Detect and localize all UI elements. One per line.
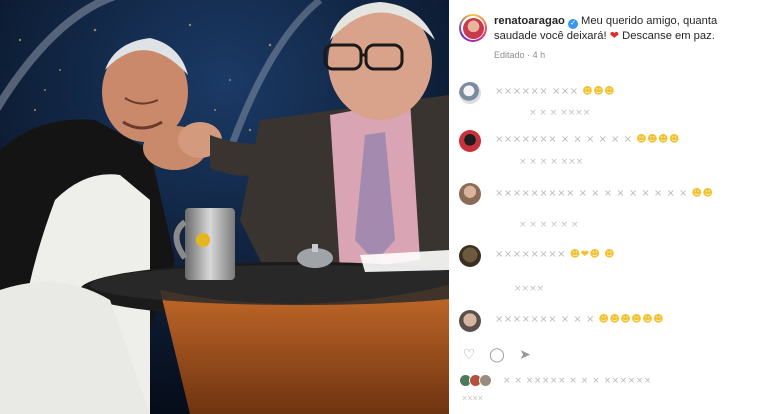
caption: renatoaragao ✓ Meu querido amigo, quanta … (459, 14, 759, 43)
comment-item: ××××××××× × × × × × × × × × ☻☻ (459, 183, 745, 205)
commenter-avatar[interactable] (459, 82, 481, 104)
comment-text: ××××××××× × × × × × × × × × ☻☻ (495, 187, 745, 200)
comment-text: ×××××××× ☻❤☻ ☻ (495, 249, 615, 260)
comment-body: ××××××× × × × (495, 314, 595, 325)
likes-text[interactable]: × × ××××× × × × ×××××× (503, 376, 652, 386)
comment-body: ×××××××× (495, 249, 567, 260)
comment-body: ××××××× × × × × × × (495, 134, 633, 145)
author-avatar[interactable] (459, 14, 487, 42)
edited-label: Editado (494, 50, 525, 60)
emoji-icon: ☻☻ (691, 188, 714, 199)
commenter-avatar[interactable] (459, 183, 481, 205)
comment-sub[interactable]: × × × × ××× (519, 157, 583, 167)
emoji-icon: ☻☻☻☻ (636, 134, 680, 145)
comment-item: ×××××× ××× ☻☻☻ (459, 82, 615, 104)
post-panel: renatoaragao ✓ Meu querido amigo, quanta … (449, 0, 768, 414)
post-date: ×××× (462, 393, 484, 403)
post-time[interactable]: 4 h (533, 50, 546, 60)
comment-sub[interactable]: × × × ×××× (529, 108, 590, 118)
comment-text: ××××××× × × × × × × ☻☻☻☻ (495, 134, 680, 145)
red-heart-icon: ❤ (609, 30, 620, 42)
send-icon[interactable]: ➤ (517, 346, 533, 363)
comment-item: ××××××× × × × × × × ☻☻☻☻ (459, 130, 680, 152)
emoji-icon: ☻❤☻ ☻ (569, 249, 616, 260)
post-meta: Editado · 4 h (494, 50, 545, 60)
comment-body: ×××××× ××× (495, 86, 579, 97)
meta-separator: · (527, 50, 531, 60)
post-photo (0, 0, 449, 414)
comment-sub[interactable]: ×××× (514, 284, 544, 294)
action-bar: ♡ ◯ ➤ (461, 346, 533, 363)
commenter-avatar[interactable] (459, 245, 481, 267)
comment-text: ×××××× ××× ☻☻☻ (495, 86, 615, 97)
verified-badge-icon: ✓ (568, 19, 578, 29)
comment-text: ××××××× × × × ☻☻☻☻☻☻ (495, 314, 664, 325)
comment-body: ××××××××× × × × × × × × × × (495, 188, 688, 199)
commenter-avatar[interactable] (459, 130, 481, 152)
comment-item: ××××××× × × × ☻☻☻☻☻☻ (459, 310, 664, 332)
caption-end: Descanse em paz. (622, 30, 715, 42)
emoji-icon: ☻☻☻ (582, 86, 616, 97)
comment-icon[interactable]: ◯ (489, 346, 505, 363)
comment-sub[interactable]: × × × × × × (519, 220, 579, 230)
liker-avatar[interactable] (479, 374, 492, 387)
author-username[interactable]: renatoaragao (494, 15, 565, 27)
caption-text: renatoaragao ✓ Meu querido amigo, quanta … (494, 14, 759, 43)
emoji-icon: ☻☻☻☻☻☻ (598, 314, 665, 325)
photo-illustration (0, 0, 449, 414)
heart-outline-icon[interactable]: ♡ (461, 346, 477, 363)
likes-row: × × ××××× × × × ×××××× (459, 374, 652, 387)
comment-item: ×××××××× ☻❤☻ ☻ (459, 245, 615, 267)
commenter-avatar[interactable] (459, 310, 481, 332)
